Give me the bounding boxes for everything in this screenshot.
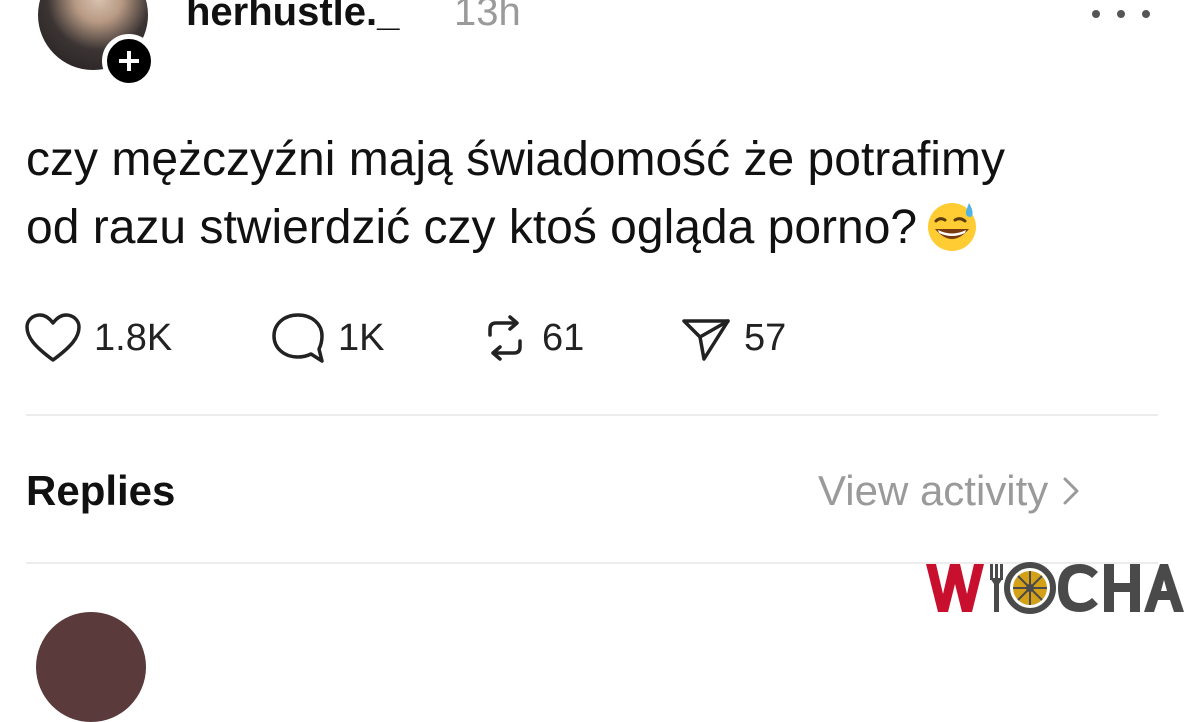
view-activity-label: View activity [818,467,1049,514]
send-icon [682,319,730,361]
share-count: 57 [744,316,787,359]
follow-plus-button[interactable] [102,34,156,88]
heart-icon [25,313,81,362]
reply-avatar[interactable] [36,612,146,722]
wiocha-logo [926,562,1184,614]
post-body: czy mężczyźni mają świadomość że potrafi… [26,126,1196,262]
replies-title: Replies [26,467,176,514]
divider [26,414,1158,416]
post-timestamp: 13h [454,0,521,34]
repost-action[interactable]: 61 [480,310,584,366]
like-count: 1.8K [94,316,173,359]
post-text-line: od razu stwierdzić czy ktoś ogląda porno… [26,194,1196,262]
share-action[interactable]: 57 [680,310,786,366]
chevron-right-icon [1063,477,1079,505]
comment-action[interactable]: 1K [270,310,384,366]
view-activity-link[interactable]: View activity [818,466,1080,516]
repost-count: 61 [542,316,585,359]
author-username[interactable]: herhustle._ [186,0,399,36]
grinning-face-with-sweat-icon [928,203,977,251]
comment-bubble-icon [272,313,324,363]
more-options-icon[interactable] [1086,2,1156,26]
post-text-line-content: od razu stwierdzić czy ktoś ogląda porno… [26,201,918,254]
plus-icon [119,51,139,71]
like-action[interactable]: 1.8K [24,310,172,366]
post-text-line: czy mężczyźni mają świadomość że potrafi… [26,133,1005,186]
repost-icon [488,315,522,361]
comment-count: 1K [338,316,385,359]
